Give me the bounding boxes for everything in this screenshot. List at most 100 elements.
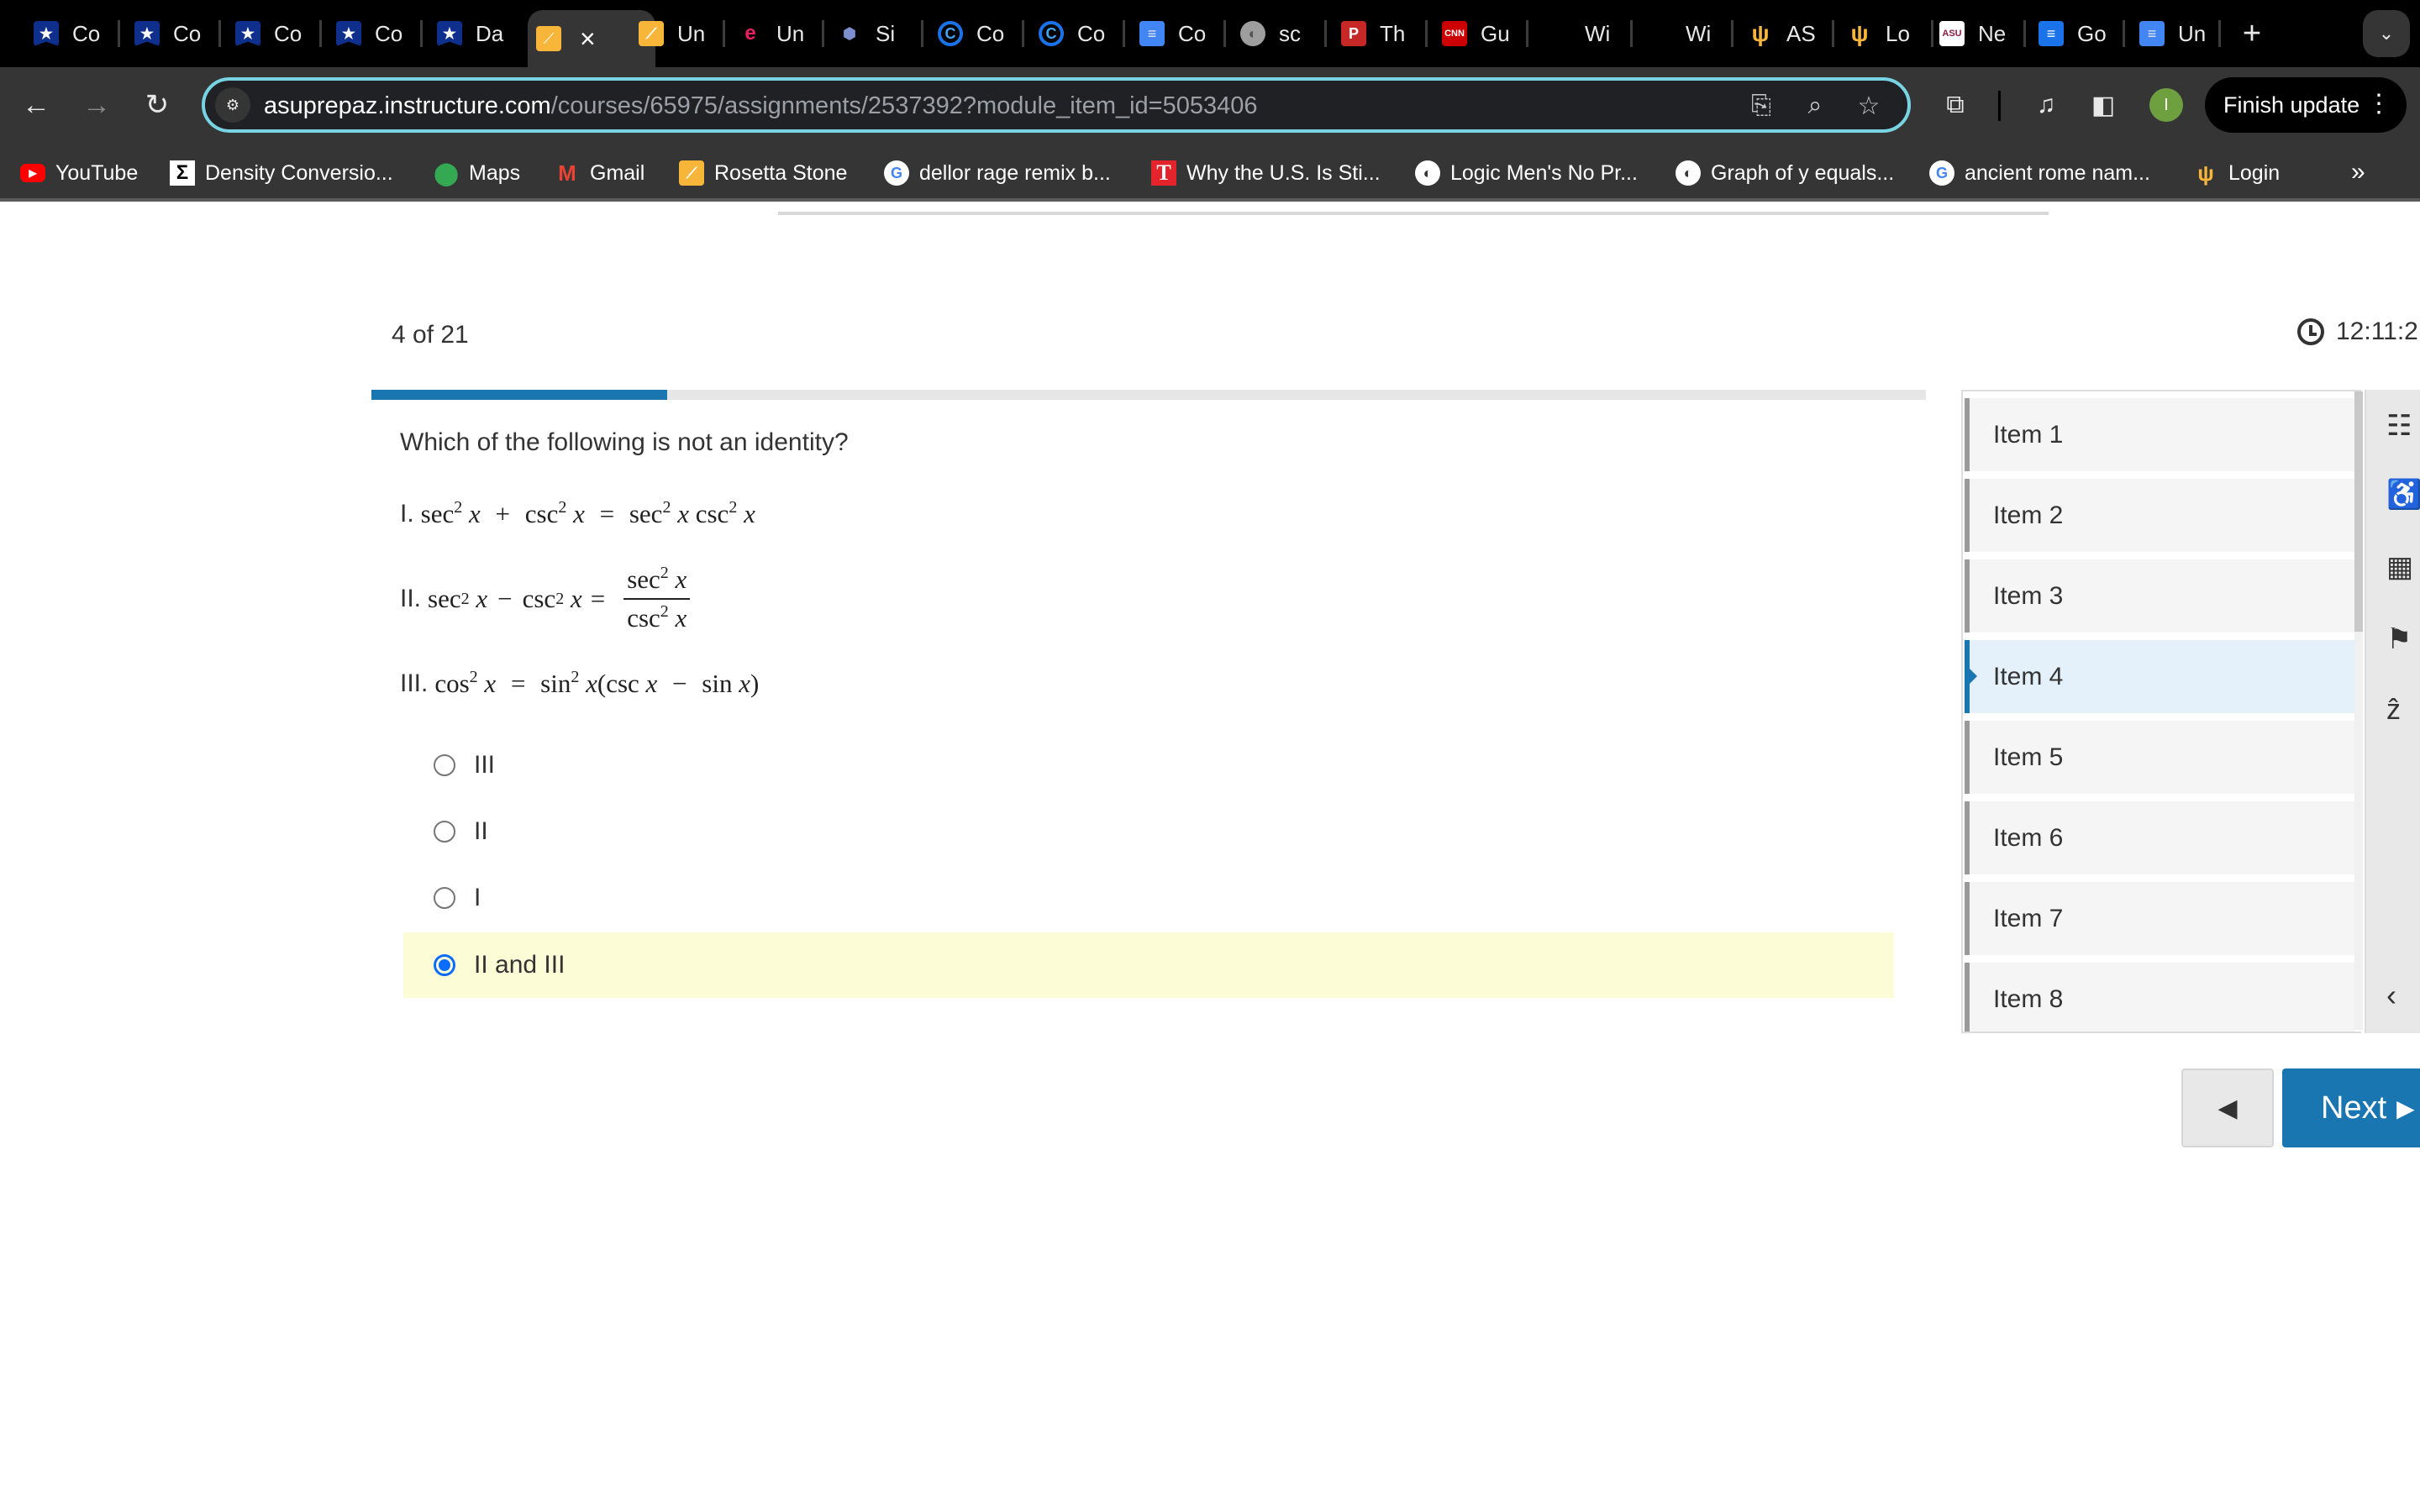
address-bar[interactable]: ⚙ asuprepaz.instructure.com/courses/6597… bbox=[202, 77, 1911, 133]
answer-choice[interactable]: II and III bbox=[403, 932, 1894, 998]
bookmark-star-icon[interactable]: ☆ bbox=[1852, 89, 1886, 123]
bookmark-item[interactable]: ⟋ Rosetta Stone bbox=[679, 158, 847, 188]
new-tab-button[interactable]: + bbox=[2235, 17, 2269, 50]
url-text[interactable]: asuprepaz.instructure.com/courses/65975/… bbox=[264, 92, 1258, 120]
tab[interactable]: C Co bbox=[1039, 10, 1106, 57]
tab[interactable]: ψ AS bbox=[1748, 10, 1815, 57]
answer-choice[interactable]: III bbox=[403, 732, 1894, 798]
tab-title: Ne bbox=[1978, 20, 2007, 46]
media-control-icon[interactable]: ♫ bbox=[2025, 84, 2067, 126]
tab-active[interactable]: ⟋ × bbox=[528, 10, 655, 67]
flag-icon[interactable]: ⚑ bbox=[2386, 622, 2420, 657]
timer-value: 12:11:2 bbox=[2336, 318, 2418, 345]
tab[interactable]: ASU Ne bbox=[1939, 10, 2007, 57]
arrow-right-icon: → bbox=[82, 88, 111, 121]
tab-separator bbox=[2123, 20, 2125, 47]
close-tab-icon[interactable]: × bbox=[580, 24, 596, 55]
item-nav-4[interactable]: Item 4 bbox=[1965, 640, 2354, 713]
collapse-panel-icon[interactable]: ‹ bbox=[2386, 978, 2420, 1013]
zoom-icon[interactable]: ⌕ bbox=[1798, 89, 1832, 123]
item-nav-1[interactable]: Item 1 bbox=[1965, 398, 2354, 471]
next-button[interactable]: Next ▶ bbox=[2282, 1068, 2420, 1147]
item-nav-2[interactable]: Item 2 bbox=[1965, 479, 2354, 552]
tab[interactable]: e Un bbox=[738, 10, 805, 57]
bookmark-item[interactable]: Σ Density Conversio... bbox=[170, 158, 393, 188]
tab[interactable]: CNN Gu bbox=[1442, 10, 1509, 57]
calculator-icon[interactable]: ▦ bbox=[2386, 549, 2420, 585]
kebab-menu-icon[interactable]: ⋮ bbox=[2366, 87, 2391, 121]
scrollbar-thumb[interactable] bbox=[2354, 391, 2363, 632]
doc-icon: ≡ bbox=[1139, 21, 1165, 46]
back-button[interactable]: ← bbox=[15, 84, 57, 126]
radio-button[interactable] bbox=[434, 954, 455, 976]
accessibility-icon[interactable]: ♿ bbox=[2386, 477, 2420, 512]
statement-i: I. sec2 x + csc2 x = sec2 x csc2 x bbox=[400, 499, 755, 529]
item-nav-3[interactable]: Item 3 bbox=[1965, 559, 2354, 633]
tab-title: Lo bbox=[1886, 20, 1910, 46]
tab[interactable]: ψ Lo bbox=[1847, 10, 1914, 57]
item-nav-6[interactable]: Item 6 bbox=[1965, 801, 2354, 874]
statement-label: III. bbox=[400, 669, 429, 697]
tab[interactable]: ⬢ Si bbox=[837, 10, 904, 57]
tab-separator bbox=[420, 20, 423, 47]
bookmark-item[interactable]: ◐ Graph of y equals... bbox=[1676, 158, 1894, 188]
finish-update-button[interactable]: Finish update ⋮ bbox=[2205, 77, 2407, 133]
tab[interactable]: ★ Da bbox=[437, 10, 504, 57]
bookmark-item[interactable]: ψ Login bbox=[2193, 158, 2280, 188]
google-icon: G bbox=[1929, 160, 1954, 186]
profile-avatar[interactable]: I bbox=[2149, 88, 2183, 122]
tab[interactable]: ⟋ Un bbox=[639, 10, 706, 57]
statement-ii: II. sec 2 x − csc 2 x = sec2 x csc2 x bbox=[400, 564, 691, 633]
tab[interactable]: ◐ sc bbox=[1240, 10, 1307, 57]
tab-title: Gu bbox=[1481, 20, 1509, 46]
radio-button[interactable] bbox=[434, 754, 455, 776]
reload-button[interactable]: ↻ bbox=[136, 84, 178, 126]
install-app-icon[interactable]: ⎘ bbox=[1744, 89, 1778, 123]
site-info-icon[interactable]: ⚙ bbox=[215, 87, 250, 123]
bookmark-item[interactable]: Gancient rome nam... bbox=[1929, 158, 2150, 188]
previous-button[interactable]: ◀ bbox=[2181, 1068, 2274, 1147]
question-counter: 4 of 21 bbox=[392, 321, 469, 349]
bookmark-item[interactable]: M Gmail bbox=[555, 158, 644, 188]
extensions-icon[interactable]: ⧉ bbox=[1934, 84, 1976, 126]
tab-title: AS bbox=[1786, 20, 1815, 46]
strikethrough-icon[interactable]: ẑ bbox=[2386, 692, 2420, 727]
sigma-icon: Σ bbox=[170, 160, 195, 186]
tab[interactable]: P Th bbox=[1341, 10, 1408, 57]
answer-choice[interactable]: I bbox=[403, 865, 1894, 931]
bookmark-label: dellor rage remix b... bbox=[919, 160, 1111, 185]
item-panel-scrollbar[interactable] bbox=[2354, 391, 2363, 1030]
tab[interactable]: ≡ Co bbox=[1139, 10, 1207, 57]
answer-choice[interactable]: II bbox=[403, 799, 1894, 864]
bookmark-item[interactable]: ▶ YouTube bbox=[20, 158, 138, 188]
tab[interactable]: ≡ Un bbox=[2139, 10, 2207, 57]
item-nav-8[interactable]: Item 8 bbox=[1965, 963, 2354, 1032]
chevron-down-icon: ⌄ bbox=[2378, 23, 2395, 44]
gmail-icon: M bbox=[558, 160, 576, 186]
item-list-icon[interactable]: ☷ bbox=[2386, 408, 2420, 444]
rosetta-icon: ⟋ bbox=[639, 21, 664, 46]
forward-button[interactable]: → bbox=[76, 84, 118, 126]
tab[interactable]: Wi bbox=[1647, 10, 1714, 57]
radio-button[interactable] bbox=[434, 887, 455, 909]
tab[interactable]: ≡ Go bbox=[2039, 10, 2106, 57]
tab[interactable]: ★ Co bbox=[134, 10, 202, 57]
tab[interactable]: ★ Co bbox=[336, 10, 403, 57]
radio-button[interactable] bbox=[434, 821, 455, 843]
bookmark-item[interactable]: ◐ Logic Men's No Pr... bbox=[1415, 158, 1638, 188]
tab-separator bbox=[1630, 20, 1633, 47]
bookmarks-overflow-button[interactable]: » bbox=[2351, 158, 2365, 186]
tab[interactable]: Wi bbox=[1546, 10, 1613, 57]
bookmark-item[interactable]: Gdellor rage remix b... bbox=[884, 158, 1111, 188]
tab[interactable]: ★ Co bbox=[235, 10, 302, 57]
side-panel-icon[interactable]: ◧ bbox=[2082, 84, 2124, 126]
tab[interactable]: ★ Co bbox=[34, 10, 101, 57]
item-nav-5[interactable]: Item 5 bbox=[1965, 721, 2354, 794]
tab-search-button[interactable]: ⌄ bbox=[2363, 10, 2410, 57]
statement-math: cos2 x = sin2 x(csc x − sin x) bbox=[434, 668, 760, 698]
tab[interactable]: C Co bbox=[938, 10, 1005, 57]
item-nav-7[interactable]: Item 7 bbox=[1965, 882, 2354, 955]
blank-icon bbox=[1647, 21, 1672, 46]
bookmark-item[interactable]: T Why the U.S. Is Sti... bbox=[1151, 158, 1381, 188]
bookmark-item[interactable]: ⬤ Maps bbox=[434, 158, 520, 188]
